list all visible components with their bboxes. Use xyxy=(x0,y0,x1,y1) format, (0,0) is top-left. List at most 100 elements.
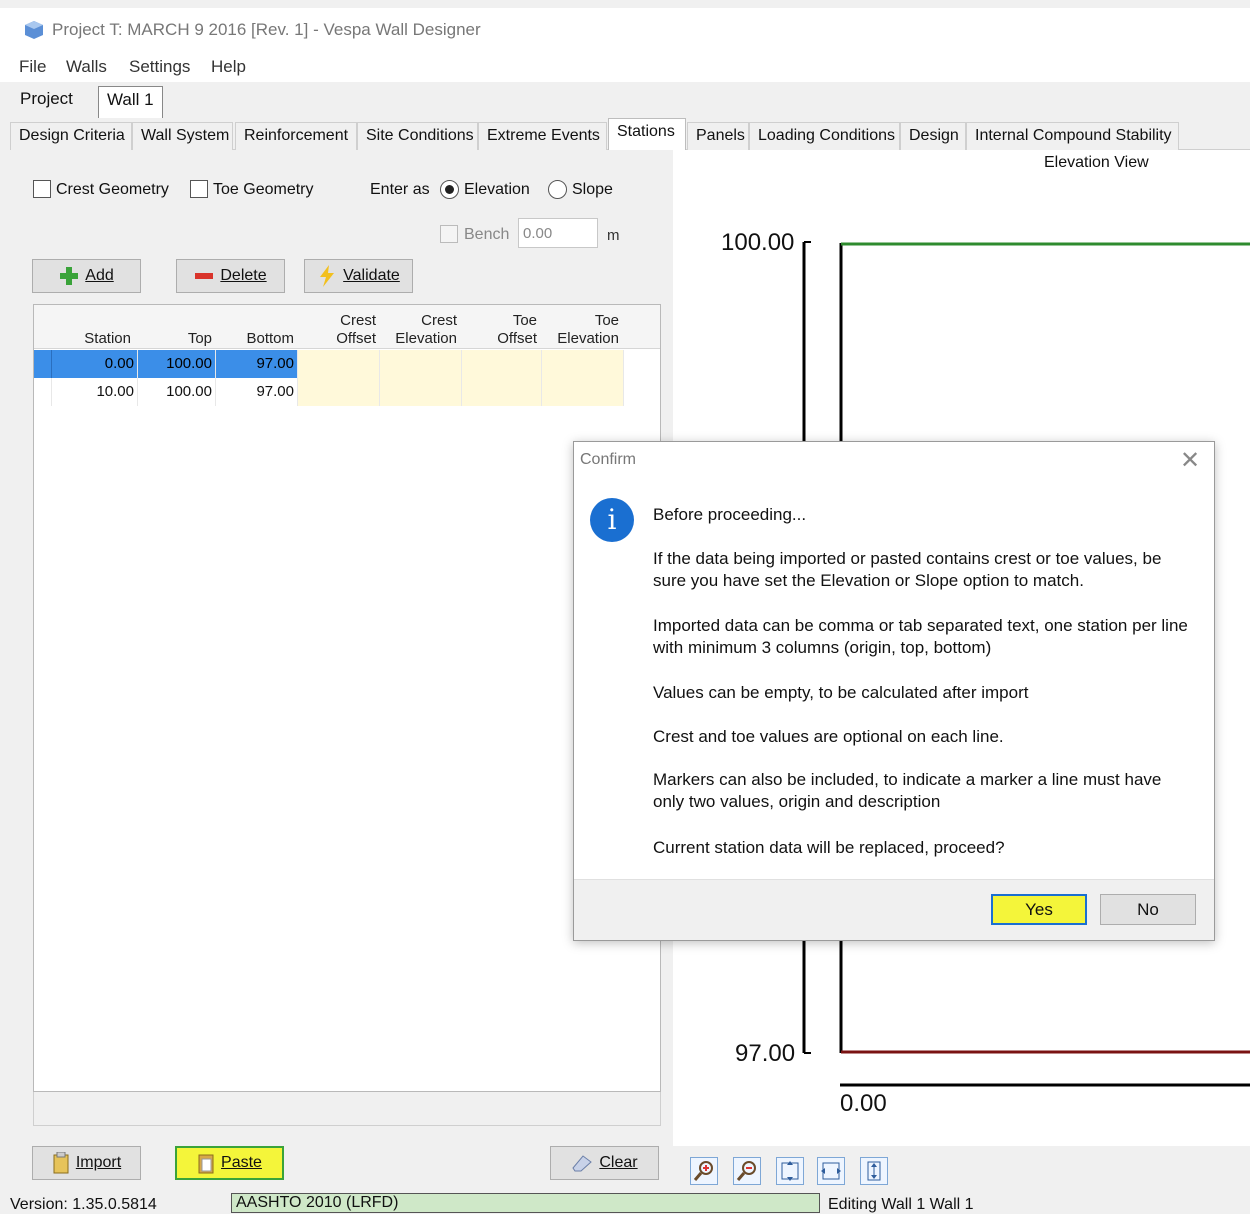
status-design-code: AASHTO 2010 (LRFD) xyxy=(231,1193,820,1213)
eraser-icon xyxy=(572,1155,593,1172)
row-selector[interactable] xyxy=(34,350,52,378)
col-crest-elevation-1[interactable]: Crest xyxy=(394,311,457,330)
stations-grid[interactable]: Station Top Bottom Crest Offset Crest El… xyxy=(33,304,661,1092)
bench-input[interactable]: 0.00 xyxy=(518,218,598,248)
paste-button-label: Paste xyxy=(221,1154,262,1171)
bench-label: Bench xyxy=(464,226,510,243)
add-button[interactable]: Add xyxy=(32,259,141,293)
doc-tab-project[interactable]: Project xyxy=(12,86,81,116)
x-axis-start-label: 0.00 xyxy=(840,1090,887,1117)
col-bottom[interactable]: Bottom xyxy=(234,329,294,348)
y-axis-bottom-label: 97.00 xyxy=(735,1040,796,1067)
cell-toe-offset[interactable] xyxy=(462,350,542,378)
col-crest-elevation-2[interactable]: Elevation xyxy=(386,329,457,348)
tab-panels[interactable]: Panels xyxy=(687,122,749,150)
tab-stations[interactable]: Stations xyxy=(608,118,686,151)
doc-tab-wall-1[interactable]: Wall 1 xyxy=(98,86,163,118)
yes-button[interactable]: Yes xyxy=(991,894,1087,925)
menu-settings[interactable]: Settings xyxy=(129,57,190,77)
cell-crest-offset[interactable] xyxy=(298,378,380,406)
validate-button[interactable]: Validate xyxy=(304,259,413,293)
y-axis-top-label: 100.00 xyxy=(721,229,795,256)
add-icon xyxy=(60,267,79,285)
dialog-heading: Before proceeding... xyxy=(653,505,807,524)
col-toe-elevation-2[interactable]: Elevation xyxy=(546,329,619,348)
menu-help[interactable]: Help xyxy=(211,57,246,77)
fit-width-icon[interactable] xyxy=(817,1157,845,1185)
elevation-label: Elevation xyxy=(464,181,530,198)
col-top[interactable]: Top xyxy=(174,329,212,348)
close-icon[interactable]: ✕ xyxy=(1180,446,1200,475)
dialog-paragraph: If the data being imported or pasted con… xyxy=(653,549,1162,590)
bench-checkbox[interactable] xyxy=(440,225,458,243)
crest-geometry-label: Crest Geometry xyxy=(56,181,169,198)
window-title: Project T: MARCH 9 2016 [Rev. 1] - Vespa… xyxy=(52,20,481,39)
minus-icon xyxy=(195,273,214,279)
cell-crest-offset[interactable] xyxy=(298,350,380,378)
import-button[interactable]: Import xyxy=(32,1146,141,1180)
tab-design-criteria[interactable]: Design Criteria xyxy=(10,122,132,150)
dialog-paragraph: Crest and toe values are optional on eac… xyxy=(653,727,1004,746)
col-toe-elevation-1[interactable]: Toe xyxy=(564,311,619,330)
cell-top[interactable]: 100.00 xyxy=(138,350,216,378)
cell-toe-elevation[interactable] xyxy=(542,350,624,378)
add-button-label: Add xyxy=(85,267,114,284)
slope-label: Slope xyxy=(572,181,613,198)
elevation-radio[interactable] xyxy=(440,180,459,199)
cell-bottom[interactable]: 97.00 xyxy=(216,350,298,378)
no-button[interactable]: No xyxy=(1100,894,1196,925)
tab-site-conditions[interactable]: Site Conditions xyxy=(357,122,478,150)
menu-bar: File Walls Settings Help xyxy=(0,54,1250,82)
grid-header: Station Top Bottom Crest Offset Crest El… xyxy=(34,305,660,349)
table-row[interactable]: 10.00 100.00 97.00 xyxy=(34,378,660,406)
tab-design[interactable]: Design xyxy=(900,122,966,150)
dialog-title: Confirm xyxy=(580,451,637,468)
zoom-out-icon[interactable] xyxy=(733,1157,761,1185)
crest-geometry-checkbox[interactable] xyxy=(33,180,51,198)
clear-button[interactable]: Clear xyxy=(550,1146,659,1180)
enter-as-label: Enter as xyxy=(370,181,430,198)
page-tab-bar: Design Criteria Wall System Reinforcemen… xyxy=(10,118,1250,151)
table-row[interactable]: 0.00 100.00 97.00 xyxy=(34,350,660,378)
tab-internal-compound-stability[interactable]: Internal Compound Stability xyxy=(966,122,1179,150)
import-icon xyxy=(53,1152,69,1174)
cell-bottom[interactable]: 97.00 xyxy=(216,378,298,406)
paste-button[interactable]: Paste xyxy=(175,1146,284,1180)
cell-crest-elevation[interactable] xyxy=(380,378,462,406)
cell-station[interactable]: 10.00 xyxy=(52,378,138,406)
tab-reinforcement[interactable]: Reinforcement xyxy=(235,122,357,150)
zoom-in-icon[interactable] xyxy=(690,1157,718,1185)
col-toe-offset-2[interactable]: Offset xyxy=(484,329,537,348)
cell-station[interactable]: 0.00 xyxy=(52,350,138,378)
slope-radio[interactable] xyxy=(548,180,567,199)
dialog-paragraph: Values can be empty, to be calculated af… xyxy=(653,683,1029,702)
col-station[interactable]: Station xyxy=(74,329,131,348)
tab-loading-conditions[interactable]: Loading Conditions xyxy=(749,122,900,150)
cell-top[interactable]: 100.00 xyxy=(138,378,216,406)
cell-toe-offset[interactable] xyxy=(462,378,542,406)
validate-button-label: Validate xyxy=(343,267,400,284)
menu-walls[interactable]: Walls xyxy=(66,57,107,77)
lightning-icon xyxy=(320,265,335,287)
confirm-dialog: Confirm ✕ i Before proceeding... If the … xyxy=(573,441,1215,941)
fit-height-icon[interactable] xyxy=(860,1157,888,1185)
import-button-label: Import xyxy=(75,1154,122,1171)
tab-wall-system[interactable]: Wall System xyxy=(132,122,233,150)
dialog-paragraph: Imported data can be comma or tab separa… xyxy=(653,616,1188,657)
status-editing: Editing Wall 1 Wall 1 xyxy=(828,1196,974,1213)
dialog-paragraph: Markers can also be included, to indicat… xyxy=(653,770,1162,811)
clear-button-label: Clear xyxy=(599,1154,638,1171)
col-crest-offset-2[interactable]: Offset xyxy=(324,329,376,348)
cell-crest-elevation[interactable] xyxy=(380,350,462,378)
grid-horizontal-scrollbar[interactable] xyxy=(33,1092,661,1126)
tab-extreme-events[interactable]: Extreme Events xyxy=(478,122,607,150)
delete-button[interactable]: Delete xyxy=(176,259,285,293)
col-crest-offset-1[interactable]: Crest xyxy=(324,311,376,330)
col-toe-offset-1[interactable]: Toe xyxy=(484,311,537,330)
row-selector[interactable] xyxy=(34,378,52,406)
info-icon: i xyxy=(590,498,634,542)
zoom-extents-icon[interactable] xyxy=(776,1157,804,1185)
cell-toe-elevation[interactable] xyxy=(542,378,624,406)
menu-file[interactable]: File xyxy=(19,57,46,77)
toe-geometry-checkbox[interactable] xyxy=(190,180,208,198)
